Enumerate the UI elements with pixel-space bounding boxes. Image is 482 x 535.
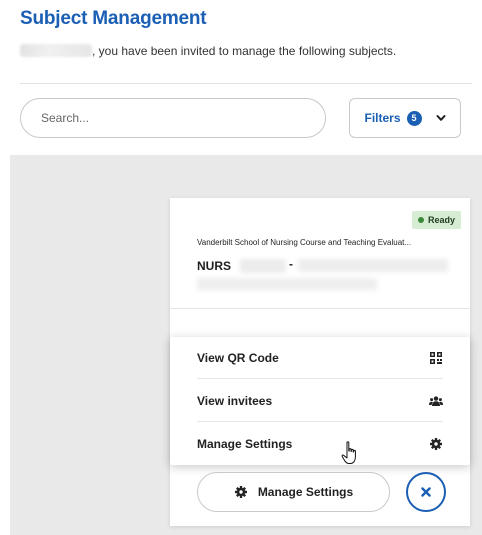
- menu-item-view-invitees[interactable]: View invitees: [197, 380, 443, 422]
- filters-button[interactable]: Filters 5: [349, 98, 461, 138]
- gear-icon: [234, 485, 248, 499]
- course-code: NURS: [197, 259, 232, 273]
- redacted-course-detail: [197, 278, 377, 290]
- invite-message: , you have been invited to manage the fo…: [20, 44, 396, 58]
- status-badge: Ready: [411, 211, 461, 229]
- close-icon: [421, 487, 431, 497]
- chevron-down-icon: [436, 115, 445, 121]
- users-icon: [429, 394, 443, 408]
- course-code-separator: -: [289, 257, 293, 271]
- header-divider: [20, 83, 472, 84]
- close-menu-button[interactable]: [406, 472, 446, 512]
- filters-label: Filters: [364, 111, 401, 125]
- menu-item-view-qr-code[interactable]: View QR Code: [197, 337, 443, 379]
- search-input[interactable]: [20, 98, 326, 138]
- filter-count-badge: 5: [406, 110, 422, 126]
- gear-icon: [429, 437, 443, 451]
- menu-item-manage-settings[interactable]: Manage Settings: [197, 423, 443, 465]
- manage-settings-label: Manage Settings: [257, 485, 354, 499]
- menu-item-label: View QR Code: [197, 350, 279, 365]
- qr-code-icon: [429, 351, 443, 365]
- subject-actions-menu: View QR Code View invitees Manage Settin…: [170, 337, 470, 465]
- page-title: Subject Management: [20, 8, 207, 29]
- menu-item-label: Manage Settings: [197, 437, 293, 451]
- course-title: Vanderbilt School of Nursing Course and …: [197, 238, 412, 247]
- status-label: Ready: [427, 215, 455, 225]
- redacted-user-name: [20, 44, 92, 57]
- redacted-course-number: [240, 259, 286, 273]
- invite-message-text: , you have been invited to manage the fo…: [92, 44, 397, 58]
- card-divider: [170, 308, 470, 309]
- manage-settings-button[interactable]: Manage Settings: [197, 472, 390, 512]
- status-dot: [417, 217, 424, 223]
- redacted-course-name: [298, 259, 448, 272]
- menu-item-label: View invitees: [197, 393, 273, 408]
